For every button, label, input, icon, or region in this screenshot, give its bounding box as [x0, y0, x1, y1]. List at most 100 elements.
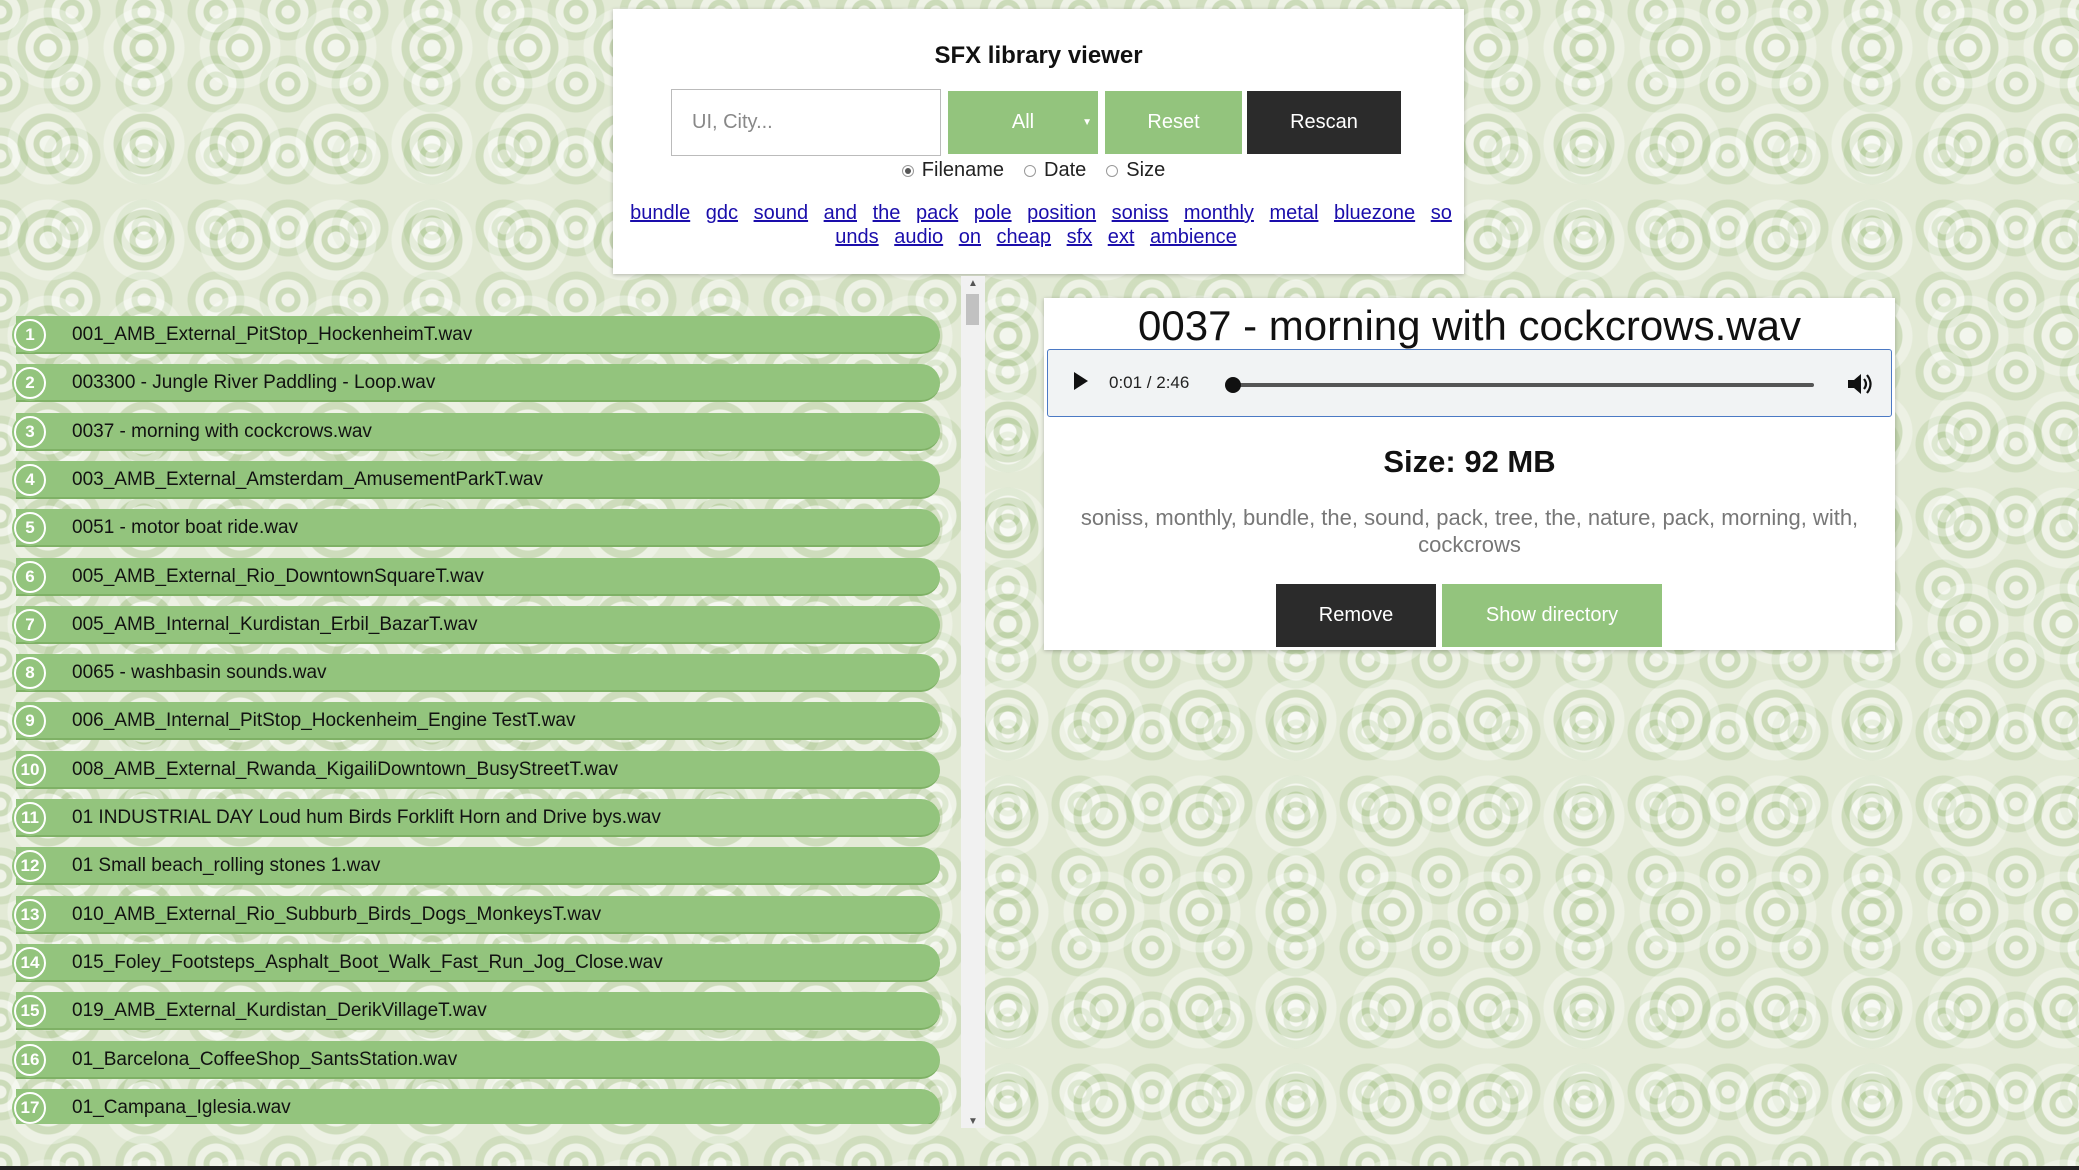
- tag-link[interactable]: monthly: [1184, 202, 1254, 224]
- app-title: SFX library viewer: [934, 42, 1143, 69]
- tag-link[interactable]: bluezone: [1334, 202, 1415, 224]
- tag-link[interactable]: sound: [754, 202, 809, 224]
- file-size: Size: 92 MB: [1383, 444, 1556, 479]
- show-directory-button[interactable]: Show directory: [1442, 584, 1662, 647]
- file-row-number: 15: [14, 995, 46, 1028]
- file-row-name: 01_Barcelona_CoffeeShop_SantsStation.wav: [72, 1048, 458, 1070]
- audio-player[interactable]: 0:01 / 2:46: [1047, 349, 1892, 417]
- seek-knob[interactable]: [1224, 377, 1241, 393]
- file-row-number: 16: [14, 1043, 46, 1076]
- file-row-name: 01 INDUSTRIAL DAY Loud hum Birds Forklif…: [72, 807, 661, 828]
- tag-link[interactable]: position: [1027, 202, 1096, 224]
- tag-link[interactable]: metal: [1270, 202, 1319, 224]
- file-row-number: 6: [14, 560, 46, 593]
- tag-link[interactable]: pack: [916, 202, 958, 224]
- sort-label-date: Date: [1044, 159, 1087, 181]
- tag-link[interactable]: ambience: [1150, 226, 1237, 248]
- tag-link[interactable]: sfx: [1067, 226, 1093, 248]
- file-row-name: 008_AMB_External_Rwanda_KigailiDowntown_…: [72, 758, 619, 780]
- file-row-number: 13: [14, 898, 46, 931]
- file-row[interactable]: 2 003300 - Jungle River Paddling - Loop.w…: [10, 364, 940, 403]
- sort-option-size[interactable]: Size: [1106, 159, 1165, 182]
- file-row-number: 4: [14, 463, 46, 496]
- file-row-number: 7: [14, 608, 46, 641]
- time-display: 0:01 / 2:46: [1109, 373, 1190, 392]
- rescan-button[interactable]: Rescan: [1247, 91, 1401, 154]
- header-panel: SFX library viewer All ▼ Reset Rescan Fi…: [613, 9, 1464, 274]
- play-icon[interactable]: [1074, 372, 1088, 390]
- filter-select[interactable]: All ▼: [948, 91, 1098, 154]
- file-row-name: 015_Foley_Footsteps_Asphalt_Boot_Walk_Fa…: [72, 951, 663, 973]
- file-row-name: 010_AMB_External_Rio_Subburb_Birds_Dogs_…: [72, 903, 602, 925]
- file-row[interactable]: 16 01_Barcelona_CoffeeShop_SantsStation.w…: [10, 1040, 940, 1079]
- file-row[interactable]: 13 010_AMB_External_Rio_Subburb_Birds_Dog…: [10, 895, 940, 934]
- detail-panel: 0037 - morning with cockcrows.wav 0:01 /…: [1044, 298, 1895, 650]
- file-row[interactable]: 9 006_AMB_Internal_PitStop_Hockenheim_Eng…: [10, 702, 940, 741]
- file-row-name: 0037 - morning with cockcrows.wav: [72, 420, 372, 442]
- file-row-name: 005_AMB_Internal_Kurdistan_Erbil_BazarT.…: [72, 613, 478, 635]
- file-row[interactable]: 7 005_AMB_Internal_Kurdistan_Erbil_BazarT…: [10, 605, 940, 644]
- file-row[interactable]: 11 01 INDUSTRIAL DAY Loud hum Birds Forkl…: [10, 799, 940, 837]
- file-row[interactable]: 12 01 Small beach_rolling stones 1.wav: [10, 847, 940, 886]
- file-row-number: 5: [14, 512, 46, 545]
- tag-link[interactable]: gdc: [706, 202, 738, 224]
- search-input[interactable]: [671, 89, 941, 156]
- radio-size[interactable]: [1106, 164, 1119, 177]
- file-row-number: 14: [14, 946, 46, 979]
- tag-cloud: bundle gdc sound and the pack pole posit…: [621, 201, 1456, 249]
- tag-link[interactable]: audio: [894, 226, 943, 248]
- file-row-number: 10: [14, 753, 46, 786]
- file-row-number: 17: [14, 1091, 46, 1124]
- file-row-number: 11: [14, 802, 46, 834]
- file-row[interactable]: 17 01_Campana_Iglesia.wav: [10, 1088, 940, 1124]
- sort-label-size: Size: [1126, 159, 1166, 181]
- tag-link[interactable]: and: [824, 202, 857, 224]
- bottom-border: [0, 1166, 2079, 1170]
- chevron-down-icon: ▼: [1082, 117, 1092, 128]
- file-row[interactable]: 3 0037 - morning with cockcrows.wav: [10, 412, 940, 451]
- radio-filename[interactable]: [901, 164, 914, 177]
- file-row[interactable]: 15 019_AMB_External_Kurdistan_DerikVillag…: [10, 992, 940, 1031]
- scroll-thumb[interactable]: [966, 294, 979, 325]
- radio-date[interactable]: [1024, 164, 1037, 177]
- reset-button[interactable]: Reset: [1105, 91, 1242, 154]
- file-list: 1 001_AMB_External_PitStop_HockenheimT.wa…: [10, 316, 940, 1124]
- scroll-up-arrow-icon[interactable]: ▲: [961, 276, 985, 290]
- file-row-name: 01 Small beach_rolling stones 1.wav: [72, 855, 381, 877]
- file-row-name: 003300 - Jungle River Paddling - Loop.wa…: [72, 372, 436, 394]
- tag-link[interactable]: pole: [974, 202, 1012, 224]
- file-row[interactable]: 5 0051 - motor boat ride.wav: [10, 509, 940, 548]
- file-row-name: 005_AMB_External_Rio_DowntownSquareT.wav: [72, 565, 484, 587]
- file-row-name: 003_AMB_External_Amsterdam_AmusementPark…: [72, 468, 543, 490]
- file-row[interactable]: 14 015_Foley_Footsteps_Asphalt_Boot_Walk_…: [10, 943, 940, 982]
- file-row-name: 01_Campana_Iglesia.wav: [72, 1096, 291, 1118]
- file-tags: soniss, monthly, bundle, the, sound, pac…: [1080, 505, 1859, 557]
- detail-title: 0037 - morning with cockcrows.wav: [1138, 302, 1801, 349]
- file-row[interactable]: 10 008_AMB_External_Rwanda_KigailiDowntow…: [10, 750, 940, 789]
- file-row-name: 006_AMB_Internal_PitStop_Hockenheim_Engi…: [72, 710, 576, 732]
- file-row[interactable]: 4 003_AMB_External_Amsterdam_AmusementPar…: [10, 460, 940, 499]
- sort-option-filename[interactable]: Filename: [901, 159, 1004, 182]
- file-row-number: 8: [14, 657, 46, 690]
- file-row[interactable]: 1 001_AMB_External_PitStop_HockenheimT.wa…: [10, 316, 940, 354]
- remove-button[interactable]: Remove: [1276, 584, 1436, 647]
- tag-link[interactable]: ext: [1108, 226, 1135, 248]
- tag-link[interactable]: on: [959, 226, 981, 248]
- file-row[interactable]: 8 0065 - washbasin sounds.wav: [10, 654, 940, 693]
- file-row-name: 019_AMB_External_Kurdistan_DerikVillageT…: [72, 1000, 487, 1022]
- tag-link[interactable]: soniss: [1112, 202, 1169, 224]
- tag-link[interactable]: the: [873, 202, 901, 224]
- volume-icon[interactable]: [1846, 371, 1874, 397]
- file-row-name: 001_AMB_External_PitStop_HockenheimT.wav: [72, 324, 473, 345]
- file-row-name: 0051 - motor boat ride.wav: [72, 517, 299, 539]
- tag-link[interactable]: bundle: [630, 202, 690, 224]
- scroll-down-arrow-icon[interactable]: ▼: [961, 1114, 985, 1128]
- seek-bar[interactable]: [1229, 383, 1814, 387]
- file-row[interactable]: 6 005_AMB_External_Rio_DowntownSquareT.wa…: [10, 557, 940, 596]
- file-list-scrollbar[interactable]: ▲ ▼: [961, 276, 985, 1128]
- sort-option-date[interactable]: Date: [1024, 159, 1086, 182]
- file-row-name: 0065 - washbasin sounds.wav: [72, 662, 327, 684]
- filter-select-value: All: [1011, 111, 1035, 133]
- file-row-number: 3: [14, 415, 46, 448]
- tag-link[interactable]: cheap: [997, 226, 1052, 248]
